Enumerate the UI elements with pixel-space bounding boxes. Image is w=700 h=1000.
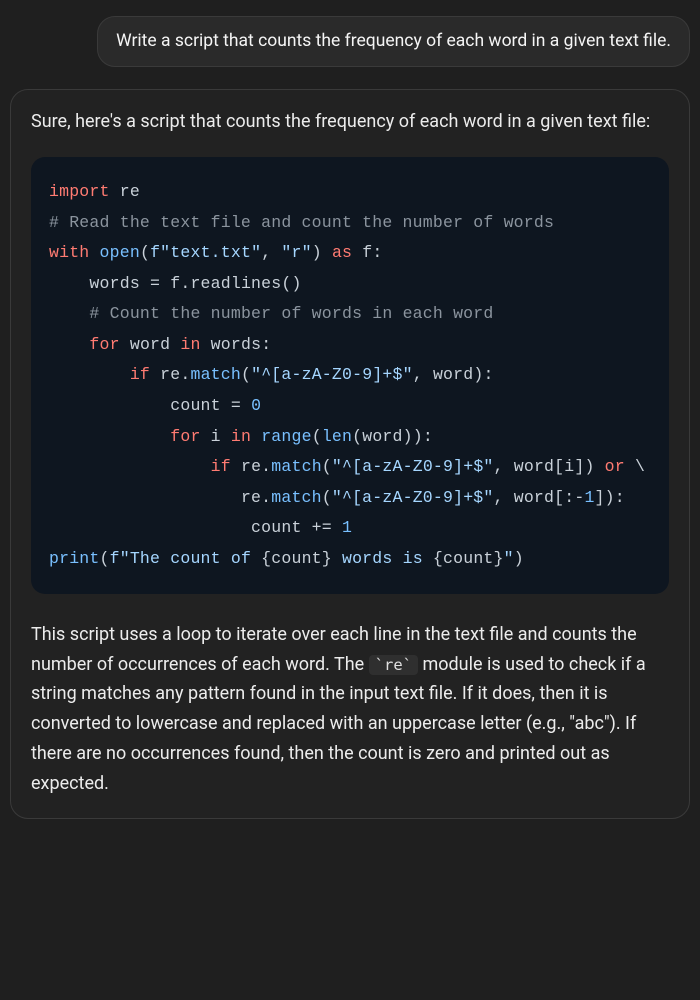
code-token: ) bbox=[514, 549, 524, 568]
code-token: print bbox=[49, 549, 100, 568]
code-token: 1 bbox=[584, 488, 594, 507]
code-token: re. bbox=[49, 488, 271, 507]
code-block[interactable]: import re # Read the text file and count… bbox=[31, 157, 669, 594]
code-token: ( bbox=[322, 488, 332, 507]
code-token: re bbox=[110, 182, 140, 201]
code-token: (word)): bbox=[352, 427, 433, 446]
code-token: count = bbox=[49, 396, 251, 415]
code-token: f"text.txt" bbox=[150, 243, 261, 262]
code-token: match bbox=[190, 365, 241, 384]
code-token: words is bbox=[332, 549, 433, 568]
code-token: " bbox=[504, 549, 514, 568]
code-token: match bbox=[271, 488, 322, 507]
user-message-bubble: Write a script that counts the frequency… bbox=[97, 16, 690, 67]
code-token: {count} bbox=[261, 549, 332, 568]
code-token bbox=[49, 427, 170, 446]
code-token: if bbox=[211, 457, 231, 476]
code-token: words: bbox=[201, 335, 272, 354]
code-token: "^[a-zA-Z0-9]+$" bbox=[332, 488, 494, 507]
code-token: word bbox=[120, 335, 181, 354]
code-token: i bbox=[201, 427, 231, 446]
code-token: import bbox=[49, 182, 110, 201]
code-token: "r" bbox=[281, 243, 311, 262]
code-token: open bbox=[100, 243, 140, 262]
code-token: range bbox=[261, 427, 312, 446]
code-token: ( bbox=[322, 457, 332, 476]
code-token: as bbox=[332, 243, 352, 262]
code-token: ]): bbox=[595, 488, 625, 507]
code-token: ( bbox=[241, 365, 251, 384]
code-token: {count} bbox=[433, 549, 504, 568]
inline-code-re: `re` bbox=[369, 655, 418, 675]
assistant-intro-text: Sure, here's a script that counts the fr… bbox=[31, 108, 669, 136]
code-token: in bbox=[180, 335, 200, 354]
code-token: f"The count of bbox=[110, 549, 262, 568]
code-token: ) bbox=[312, 243, 332, 262]
code-token: , word[:- bbox=[494, 488, 585, 507]
code-token: re. bbox=[231, 457, 271, 476]
code-token bbox=[49, 335, 89, 354]
code-token: count += bbox=[49, 518, 342, 537]
code-token: for bbox=[170, 427, 200, 446]
code-token: f: bbox=[352, 243, 382, 262]
code-token: for bbox=[89, 335, 119, 354]
code-token: ( bbox=[312, 427, 322, 446]
code-comment: # Read the text file and count the numbe… bbox=[49, 213, 554, 232]
code-token: 0 bbox=[251, 396, 261, 415]
code-token: "^[a-zA-Z0-9]+$" bbox=[332, 457, 494, 476]
code-token: re. bbox=[150, 365, 190, 384]
code-token: in bbox=[231, 427, 251, 446]
code-token bbox=[49, 457, 211, 476]
code-token: with bbox=[49, 243, 89, 262]
code-token: ( bbox=[100, 549, 110, 568]
code-token: , bbox=[261, 243, 281, 262]
code-token: ( bbox=[140, 243, 150, 262]
code-token: words = f.readlines() bbox=[49, 274, 302, 293]
user-message-text: Write a script that counts the frequency… bbox=[116, 31, 671, 51]
code-token bbox=[89, 243, 99, 262]
code-token bbox=[251, 427, 261, 446]
code-token: len bbox=[322, 427, 352, 446]
code-token: or bbox=[605, 457, 625, 476]
assistant-message: Sure, here's a script that counts the fr… bbox=[10, 89, 690, 820]
code-token: , word): bbox=[413, 365, 494, 384]
code-token: \ bbox=[625, 457, 645, 476]
code-token: , word[i]) bbox=[494, 457, 605, 476]
code-token bbox=[49, 304, 89, 323]
code-token bbox=[49, 365, 130, 384]
code-comment: # Count the number of words in each word bbox=[89, 304, 493, 323]
code-token: match bbox=[271, 457, 322, 476]
code-token: "^[a-zA-Z0-9]+$" bbox=[251, 365, 413, 384]
assistant-explanation: This script uses a loop to iterate over … bbox=[31, 620, 669, 798]
code-token: if bbox=[130, 365, 150, 384]
code-token: 1 bbox=[342, 518, 352, 537]
